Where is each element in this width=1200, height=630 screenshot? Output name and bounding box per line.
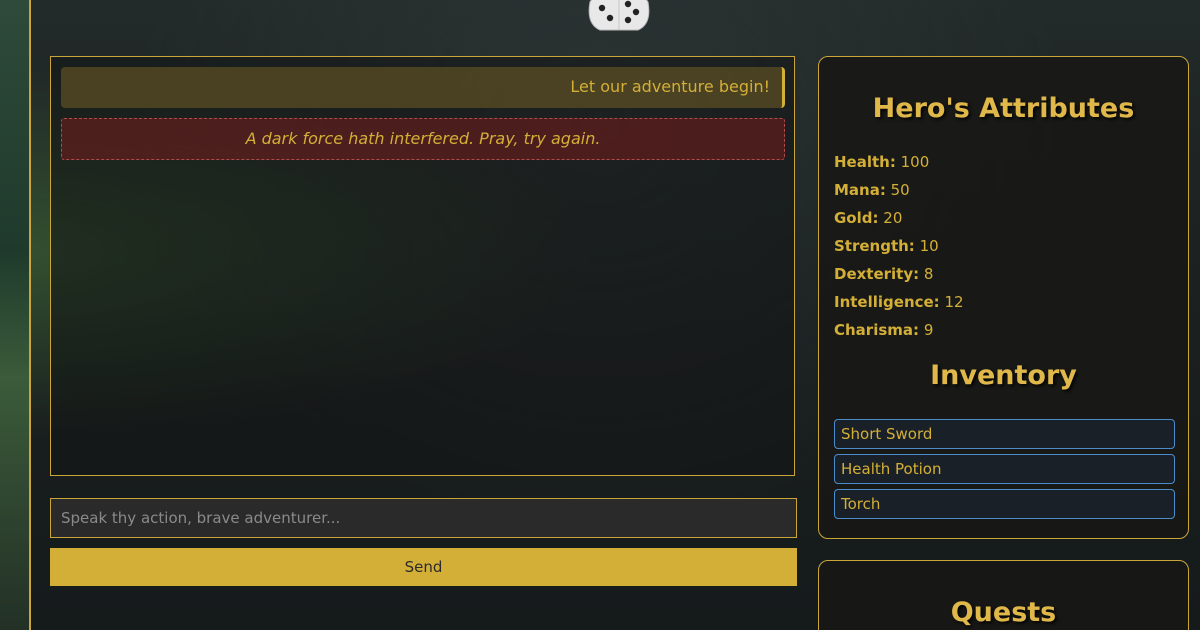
dice-icon [588, 0, 650, 31]
attributes-panel: Hero's Attributes Health: 100 Mana: 50 G… [818, 56, 1189, 539]
attribute-value: 10 [919, 237, 939, 255]
attribute-label: Mana: [834, 181, 886, 199]
attribute-value: 9 [923, 321, 934, 339]
attribute-list: Health: 100 Mana: 50 Gold: 20 Strength: … [834, 152, 964, 348]
attribute-label: Charisma: [834, 321, 920, 339]
action-input[interactable] [50, 498, 797, 538]
attribute-value: 50 [890, 181, 910, 199]
attribute-health: Health: 100 [834, 152, 964, 180]
inventory-item[interactable]: Health Potion [834, 454, 1175, 484]
quests-panel: Quests [818, 560, 1189, 630]
attribute-value: 20 [883, 209, 903, 227]
inventory-title: Inventory [930, 360, 1077, 391]
attribute-label: Dexterity: [834, 265, 920, 283]
attribute-label: Intelligence: [834, 293, 940, 311]
attribute-label: Strength: [834, 237, 915, 255]
attribute-mana: Mana: 50 [834, 180, 964, 208]
quests-title: Quests [950, 597, 1057, 628]
attribute-dexterity: Dexterity: 8 [834, 264, 964, 292]
attribute-value: 8 [923, 265, 934, 283]
attribute-gold: Gold: 20 [834, 208, 964, 236]
system-message: Let our adventure begin! [61, 67, 785, 108]
attribute-label: Gold: [834, 209, 879, 227]
chat-log: Let our adventure begin! A dark force ha… [50, 56, 795, 476]
attribute-charisma: Charisma: 9 [834, 320, 964, 348]
inventory-item[interactable]: Short Sword [834, 419, 1175, 449]
attribute-strength: Strength: 10 [834, 236, 964, 264]
attribute-value: 12 [944, 293, 964, 311]
attributes-title: Hero's Attributes [872, 93, 1135, 124]
send-button[interactable]: Send [50, 548, 797, 586]
error-message: A dark force hath interfered. Pray, try … [61, 118, 785, 160]
inventory-list: Short Sword Health Potion Torch [834, 419, 1175, 524]
inventory-item[interactable]: Torch [834, 489, 1175, 519]
attribute-value: 100 [900, 153, 930, 171]
left-border-rail [0, 0, 31, 630]
attribute-label: Health: [834, 153, 896, 171]
attribute-intelligence: Intelligence: 12 [834, 292, 964, 320]
